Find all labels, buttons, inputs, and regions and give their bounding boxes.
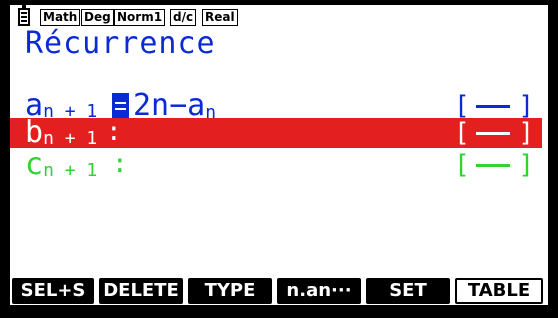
lcd-display: Math Deg Norm1 d/c Real Récurrence an + … — [10, 5, 548, 305]
equals-cursor — [112, 93, 129, 119]
row-b-line-style[interactable]: [ ] — [454, 120, 534, 146]
f3-type-button[interactable]: TYPE — [188, 278, 272, 304]
f5-set-button[interactable]: SET — [366, 278, 450, 304]
mode-math: Math — [40, 9, 81, 26]
recurrence-row-a[interactable]: an + 1 2n−an [ ] — [16, 91, 542, 124]
recurrence-row-b[interactable]: bn + 1 : [ ] — [10, 117, 542, 149]
row-c-line-style[interactable]: [ ] — [454, 152, 534, 178]
recurrence-row-c[interactable]: cn + 1 : [ ] — [16, 149, 542, 182]
row-c-colon: : — [112, 149, 128, 179]
f1-sel-s-button[interactable]: SEL+S — [12, 278, 94, 304]
battery-icon — [18, 5, 30, 26]
mode-real: Real — [202, 9, 238, 26]
row-a-line-style[interactable]: [ ] — [454, 93, 534, 119]
mode-dc: d/c — [170, 9, 197, 26]
f6-table-button[interactable]: TABLE — [455, 278, 543, 304]
solid-line-icon — [476, 164, 510, 167]
row-c-label: cn + 1 — [25, 147, 98, 182]
f4-n-an-button[interactable]: n.an··· — [277, 278, 361, 304]
row-b-colon: : — [106, 117, 122, 147]
page-title: Récurrence — [25, 26, 216, 61]
function-key-bar: SEL+S DELETE TYPE n.an··· SET TABLE — [10, 278, 548, 304]
calculator-screen: Math Deg Norm1 d/c Real Récurrence an + … — [0, 0, 558, 318]
mode-norm: Norm1 — [114, 9, 166, 26]
solid-line-icon — [476, 132, 510, 135]
solid-line-icon — [476, 105, 510, 108]
f2-delete-button[interactable]: DELETE — [99, 278, 183, 304]
mode-deg: Deg — [81, 9, 114, 26]
